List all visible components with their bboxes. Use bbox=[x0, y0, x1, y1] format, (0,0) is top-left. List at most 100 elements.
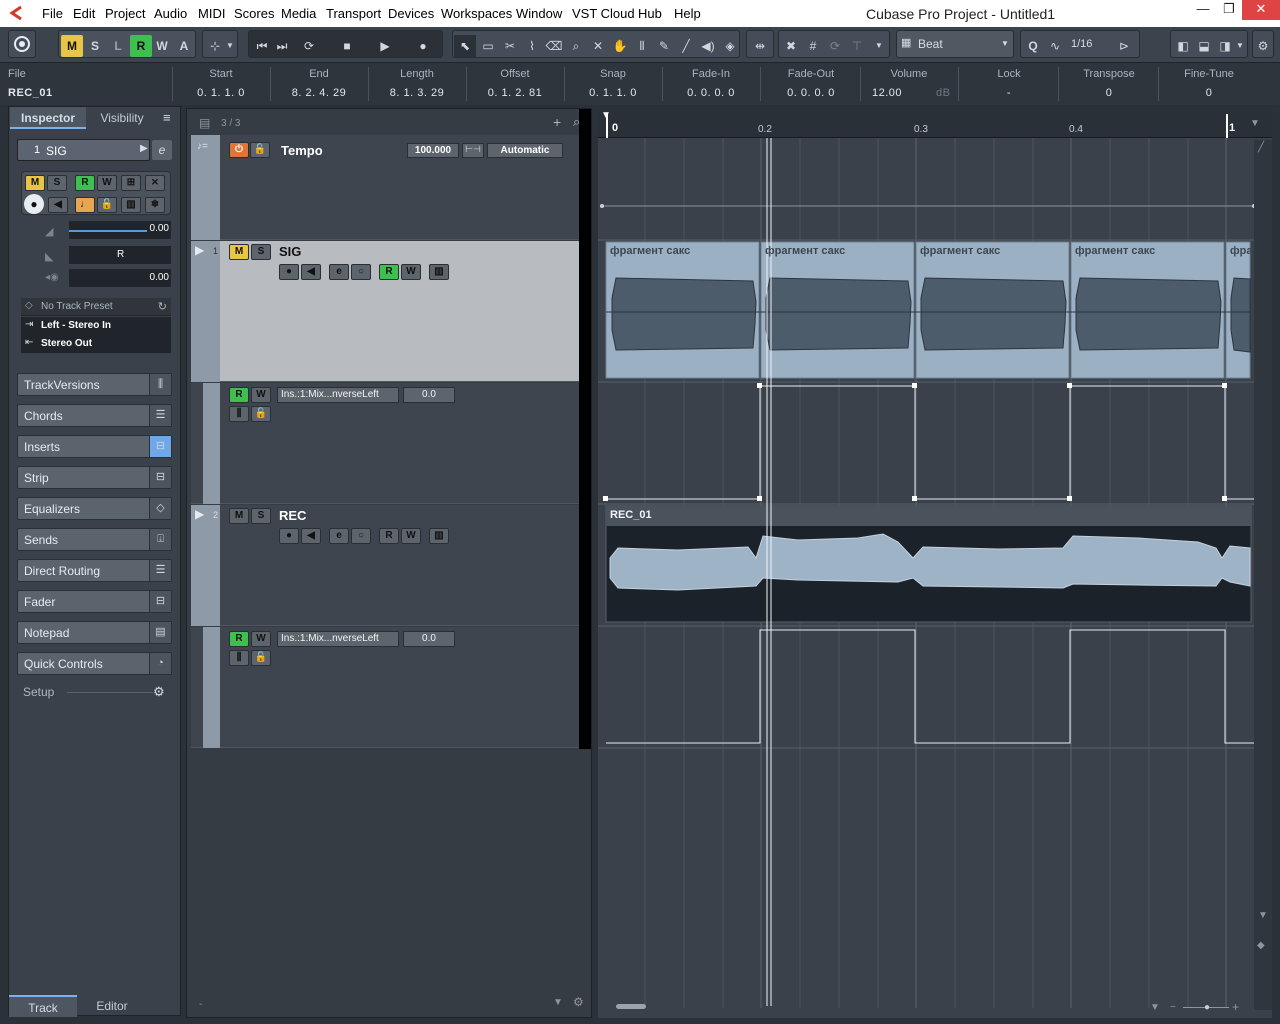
expand-icon[interactable]: ▶ bbox=[195, 507, 204, 521]
menu-icon[interactable]: ≡ bbox=[163, 110, 171, 125]
info-fade-in-value[interactable]: 0. 0. 0. 0 bbox=[666, 87, 756, 99]
timebase-icon[interactable]: ○ bbox=[351, 528, 371, 544]
solo-button[interactable]: S bbox=[251, 244, 271, 260]
read-all-button[interactable]: R bbox=[130, 35, 152, 57]
menu-workspaces[interactable]: Workspaces bbox=[441, 6, 512, 21]
mute-button[interactable]: M bbox=[229, 508, 249, 524]
menu-help[interactable]: Help bbox=[674, 6, 701, 21]
erase-icon[interactable]: ⌫ bbox=[543, 35, 565, 57]
mute-button[interactable]: M bbox=[25, 175, 45, 191]
stop-icon[interactable]: ■ bbox=[333, 35, 361, 57]
line-icon[interactable]: ╱ bbox=[675, 35, 697, 57]
setup-label[interactable]: Setup bbox=[23, 685, 54, 699]
tab-visibility[interactable]: Visibility bbox=[89, 107, 155, 129]
info-offset-value[interactable]: 0. 1. 2. 81 bbox=[470, 87, 560, 99]
chevron-down-icon[interactable]: ▼ bbox=[1150, 1002, 1160, 1013]
chevron-down-icon[interactable]: ▼ bbox=[1250, 118, 1260, 129]
play-tool-icon[interactable]: ◀) bbox=[697, 35, 719, 57]
section-direct-routing[interactable]: Direct Routing ☰ bbox=[17, 559, 172, 582]
snap-toggle-icon[interactable]: ✖ bbox=[780, 35, 802, 57]
record-enable-button[interactable]: ● bbox=[279, 264, 299, 280]
menu-media[interactable]: Media bbox=[281, 6, 316, 21]
lock-icon[interactable]: 🔓 bbox=[251, 406, 271, 422]
play-icon[interactable]: ▶ bbox=[371, 35, 399, 57]
menu-file[interactable]: File bbox=[42, 6, 63, 21]
close-button[interactable]: ✕ bbox=[1242, 0, 1280, 20]
monitor-icon[interactable]: ◀ bbox=[301, 528, 321, 544]
glue-icon[interactable]: ⌇ bbox=[521, 35, 543, 57]
read-button[interactable]: R bbox=[379, 264, 399, 280]
write-button[interactable]: W bbox=[97, 175, 117, 191]
info-start-value[interactable]: 0. 1. 1. 0 bbox=[176, 87, 266, 99]
edit-instrument-icon[interactable]: e bbox=[152, 140, 172, 160]
write-button[interactable]: W bbox=[251, 631, 271, 647]
solo-button[interactable]: S bbox=[47, 175, 67, 191]
quantize-apply-icon[interactable]: ⊳ bbox=[1113, 35, 1135, 57]
menu-devices[interactable]: Devices bbox=[388, 6, 434, 21]
left-locator-icon[interactable]: ▼ bbox=[601, 110, 611, 121]
lanes-icon[interactable]: ▥ bbox=[121, 197, 141, 213]
automation-track-sig[interactable]: R W Ins.:1:Mix...nverseLeft 0.0 ⫼ 🔓 bbox=[191, 383, 581, 504]
zoom-slider-icon[interactable]: ◆ bbox=[1257, 940, 1265, 951]
automation-track-rec[interactable]: R W Ins.:1:Mix...nverseLeft 0.0 ⫼ 🔓 bbox=[191, 627, 581, 748]
info-end-value[interactable]: 8. 2. 4. 29 bbox=[274, 87, 364, 99]
show-automation-icon[interactable]: ⫼ bbox=[229, 406, 249, 422]
grid-type-select[interactable]: ▦ Beat ▼ bbox=[896, 30, 1014, 58]
automation-parameter-select[interactable]: Ins.:1:Mix...nverseLeft bbox=[277, 387, 399, 403]
cross-fade-icon[interactable]: ⟳ bbox=[824, 35, 846, 57]
section-equalizers[interactable]: Equalizers ◇ bbox=[17, 497, 172, 520]
timebase-icon[interactable]: ♩ bbox=[75, 197, 95, 213]
freeze-icon[interactable]: ⨯ bbox=[145, 175, 165, 191]
info-snap-value[interactable]: 0. 1. 1. 0 bbox=[568, 87, 658, 99]
activate-project-button[interactable] bbox=[8, 30, 36, 58]
monitor-icon[interactable]: ◀ bbox=[48, 197, 68, 213]
quantize-value[interactable]: 1/16 bbox=[1071, 38, 1092, 50]
cycle-icon[interactable]: ⟳ bbox=[295, 35, 323, 57]
delay-control[interactable]: 0.00 bbox=[69, 269, 171, 287]
zoom-in-icon[interactable]: + bbox=[1232, 1000, 1239, 1014]
tab-inspector[interactable]: Inspector bbox=[10, 107, 86, 129]
rec-event[interactable] bbox=[605, 505, 1252, 623]
event-display[interactable]: 0 0.2 0.3 0.4 1 ▼ ▼ фрагмент сакс фрагме… bbox=[598, 108, 1272, 1018]
tempo-mode-select[interactable]: Automatic bbox=[487, 143, 563, 158]
automation-value[interactable]: 0.0 bbox=[403, 631, 455, 647]
record-enable-button[interactable]: ● bbox=[24, 194, 44, 214]
monitor-icon[interactable]: ◀ bbox=[301, 264, 321, 280]
write-all-button[interactable]: W bbox=[151, 35, 173, 57]
read-button[interactable]: R bbox=[75, 175, 95, 191]
info-fade-out-value[interactable]: 0. 0. 0. 0 bbox=[764, 87, 858, 99]
mute-all-button[interactable]: M bbox=[61, 35, 83, 57]
lower-zone-icon[interactable]: ⬓ bbox=[1193, 35, 1215, 57]
zoom-icon[interactable]: ⌕ bbox=[565, 35, 587, 57]
info-length-value[interactable]: 8. 1. 3. 29 bbox=[372, 87, 462, 99]
snap-to-zero-icon[interactable]: ⊤ bbox=[846, 35, 868, 57]
ruler[interactable]: 0 0.2 0.3 0.4 1 ▼ ▼ bbox=[598, 108, 1272, 138]
maximize-button[interactable]: ❐ bbox=[1216, 0, 1242, 20]
quantize-button[interactable]: Q bbox=[1022, 35, 1044, 57]
vertical-zoom-bar[interactable]: ╱ ▼ ◆ bbox=[1254, 140, 1272, 1010]
tempo-value[interactable]: 100.000 bbox=[407, 143, 459, 158]
menu-edit[interactable]: Edit bbox=[73, 6, 95, 21]
write-button[interactable]: W bbox=[251, 387, 271, 403]
pan-control[interactable]: R bbox=[69, 246, 171, 264]
section-notepad[interactable]: Notepad ▤ bbox=[17, 621, 172, 644]
show-automation-icon[interactable]: ⫼ bbox=[229, 650, 249, 666]
edit-channel-icon[interactable]: e bbox=[329, 528, 349, 544]
nudge-dropdown[interactable]: ⊹ ▼ bbox=[202, 30, 238, 58]
tab-editor[interactable]: Editor bbox=[79, 995, 145, 1017]
gear-icon[interactable]: ⚙ bbox=[153, 684, 165, 700]
object-selection-icon[interactable]: ⬉ bbox=[454, 35, 476, 57]
write-button[interactable]: W bbox=[401, 264, 421, 280]
range-selection-icon[interactable]: ▭ bbox=[477, 35, 499, 57]
info-transpose-value[interactable]: 0 bbox=[1062, 87, 1156, 99]
solo-all-button[interactable]: S bbox=[84, 35, 106, 57]
lock-icon[interactable]: 🔓 bbox=[250, 142, 270, 158]
channel-settings-icon[interactable]: ⊞ bbox=[121, 175, 141, 191]
hand-icon[interactable]: ✋ bbox=[609, 35, 631, 57]
read-button[interactable]: R bbox=[379, 528, 399, 544]
split-icon[interactable]: ✂ bbox=[499, 35, 521, 57]
automation-value[interactable]: 0.0 bbox=[403, 387, 455, 403]
track-name[interactable]: SIG bbox=[279, 244, 301, 259]
grid-icon[interactable]: # bbox=[802, 35, 824, 57]
track-name-field[interactable]: 1 SIG ▶ bbox=[17, 139, 150, 161]
